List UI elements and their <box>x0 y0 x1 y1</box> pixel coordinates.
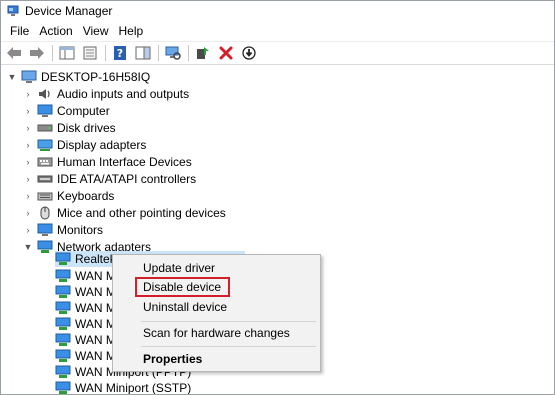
tree-category-label: Human Interface Devices <box>57 155 192 169</box>
toolbar-separator <box>105 45 106 61</box>
menu-bar: File Action View Help <box>1 22 148 40</box>
tree-device-label: WAN M <box>75 301 116 315</box>
action-pane-icon[interactable] <box>133 43 153 63</box>
expand-arrow-icon[interactable]: › <box>23 137 33 153</box>
uninstall-device-menu-item[interactable]: Uninstall device <box>143 298 227 316</box>
network-adapter-icon <box>55 301 71 315</box>
help-icon[interactable]: ? <box>110 43 130 63</box>
tree-category-label: Monitors <box>57 223 104 237</box>
update-driver-menu-item[interactable]: Update driver <box>143 259 215 277</box>
expand-arrow-icon[interactable]: › <box>23 120 33 136</box>
tree-category-computer[interactable]: › Computer <box>23 103 110 119</box>
expand-arrow-icon[interactable]: › <box>23 205 33 221</box>
expand-arrow-icon[interactable]: › <box>23 86 33 102</box>
network-adapter-icon <box>55 252 71 266</box>
tree-category-label: Disk drives <box>57 121 116 135</box>
tree-category-label: IDE ATA/ATAPI controllers <box>57 172 197 186</box>
tree-device-label: WAN M <box>75 349 116 363</box>
highlight-box <box>135 277 230 297</box>
title-bar: Device Manager <box>1 1 554 21</box>
menu-separator <box>141 321 316 322</box>
network-adapter-icon <box>55 333 71 347</box>
tree-device-wan[interactable]: WAN M <box>55 348 116 364</box>
monitor-icon <box>37 104 53 118</box>
computer-icon <box>21 70 37 84</box>
tree-category-audio[interactable]: › Audio inputs and outputs <box>23 86 190 102</box>
tree-category-label: Computer <box>57 104 110 118</box>
tree-device-wan[interactable]: WAN M <box>55 268 116 284</box>
hid-icon <box>37 155 53 169</box>
tree-root-label: DESKTOP-16H58IQ <box>41 70 151 84</box>
tree-category-mice[interactable]: › Mice and other pointing devices <box>23 205 226 221</box>
uninstall-device-icon[interactable] <box>216 43 236 63</box>
device-manager-app-icon <box>7 5 19 17</box>
expand-arrow-icon[interactable]: › <box>23 188 33 204</box>
tree-device-label: WAN M <box>75 317 116 331</box>
tree-category-label: Mice and other pointing devices <box>57 206 226 220</box>
tree-category-label: Keyboards <box>57 189 115 203</box>
network-adapter-icon <box>55 349 71 363</box>
menu-view[interactable]: View <box>78 24 114 38</box>
collapse-arrow-icon[interactable]: ▼ <box>7 69 17 85</box>
window-title: Device Manager <box>25 4 113 18</box>
mouse-icon <box>37 206 53 220</box>
disable-device-icon[interactable] <box>239 43 259 63</box>
display-adapter-icon <box>37 138 53 152</box>
tree-device-wan[interactable]: WAN M <box>55 316 116 332</box>
network-adapter-icon <box>37 240 53 254</box>
tree-category-disk-drives[interactable]: › Disk drives <box>23 120 116 136</box>
tree-category-label: Display adapters <box>57 138 147 152</box>
menu-help[interactable]: Help <box>114 24 149 38</box>
tree-device-label: Realtek <box>75 252 116 266</box>
network-adapter-icon <box>55 317 71 331</box>
collapse-arrow-icon[interactable]: ▼ <box>23 239 33 255</box>
expand-arrow-icon[interactable]: › <box>23 154 33 170</box>
tree-device-wan[interactable]: WAN M <box>55 332 116 348</box>
menu-separator <box>141 346 316 347</box>
scan-hardware-menu-item[interactable]: Scan for hardware changes <box>143 324 290 342</box>
tree-category-monitors[interactable]: › Monitors <box>23 222 104 238</box>
ide-controller-icon <box>37 172 53 186</box>
svg-text:?: ? <box>117 47 123 60</box>
tree-device-label: WAN M <box>75 333 116 347</box>
network-adapter-icon <box>55 285 71 299</box>
tree-device-wan-sstp[interactable]: WAN Miniport (SSTP) <box>55 380 192 395</box>
keyboard-icon <box>37 189 53 203</box>
device-manager-window: Device Manager File Action View Help ? ▼… <box>0 0 555 395</box>
menu-action[interactable]: Action <box>34 24 77 38</box>
tree-category-ide[interactable]: › IDE ATA/ATAPI controllers <box>23 171 197 187</box>
tree-device-wan[interactable]: WAN M <box>55 284 116 300</box>
tree-category-hid[interactable]: › Human Interface Devices <box>23 154 192 170</box>
speaker-icon <box>37 87 53 101</box>
toolbar-separator <box>158 45 159 61</box>
toolbar-separator <box>188 45 189 61</box>
network-adapter-icon <box>55 381 71 394</box>
properties-menu-item[interactable]: Properties <box>143 350 202 368</box>
properties-icon[interactable] <box>80 43 100 63</box>
expand-arrow-icon[interactable]: › <box>23 222 33 238</box>
scan-hardware-icon[interactable] <box>163 43 183 63</box>
network-adapter-icon <box>55 365 71 379</box>
forward-arrow-icon[interactable] <box>27 43 47 63</box>
tree-category-display-adapters[interactable]: › Display adapters <box>23 137 147 153</box>
tree-category-label: Audio inputs and outputs <box>57 87 190 101</box>
tree-device-label: WAN M <box>75 269 116 283</box>
menu-file[interactable]: File <box>5 24 34 38</box>
update-driver-icon[interactable] <box>193 43 213 63</box>
tree-category-keyboards[interactable]: › Keyboards <box>23 188 115 204</box>
expand-arrow-icon[interactable]: › <box>23 171 33 187</box>
toolbar-separator <box>52 45 53 61</box>
monitor-icon <box>37 223 53 237</box>
toolbar: ? <box>1 41 554 65</box>
tree-device-label: WAN M <box>75 285 116 299</box>
network-adapter-icon <box>55 269 71 283</box>
tree-device-wan[interactable]: WAN M <box>55 300 116 316</box>
context-menu: Update driver Disable device Uninstall d… <box>112 254 321 372</box>
disk-drive-icon <box>37 121 53 135</box>
tree-root-item[interactable]: ▼ DESKTOP-16H58IQ <box>7 69 151 85</box>
tree-device-label: WAN Miniport (SSTP) <box>75 381 192 395</box>
expand-arrow-icon[interactable]: › <box>23 103 33 119</box>
show-hide-console-tree-icon[interactable] <box>57 43 77 63</box>
back-arrow-icon[interactable] <box>4 43 24 63</box>
